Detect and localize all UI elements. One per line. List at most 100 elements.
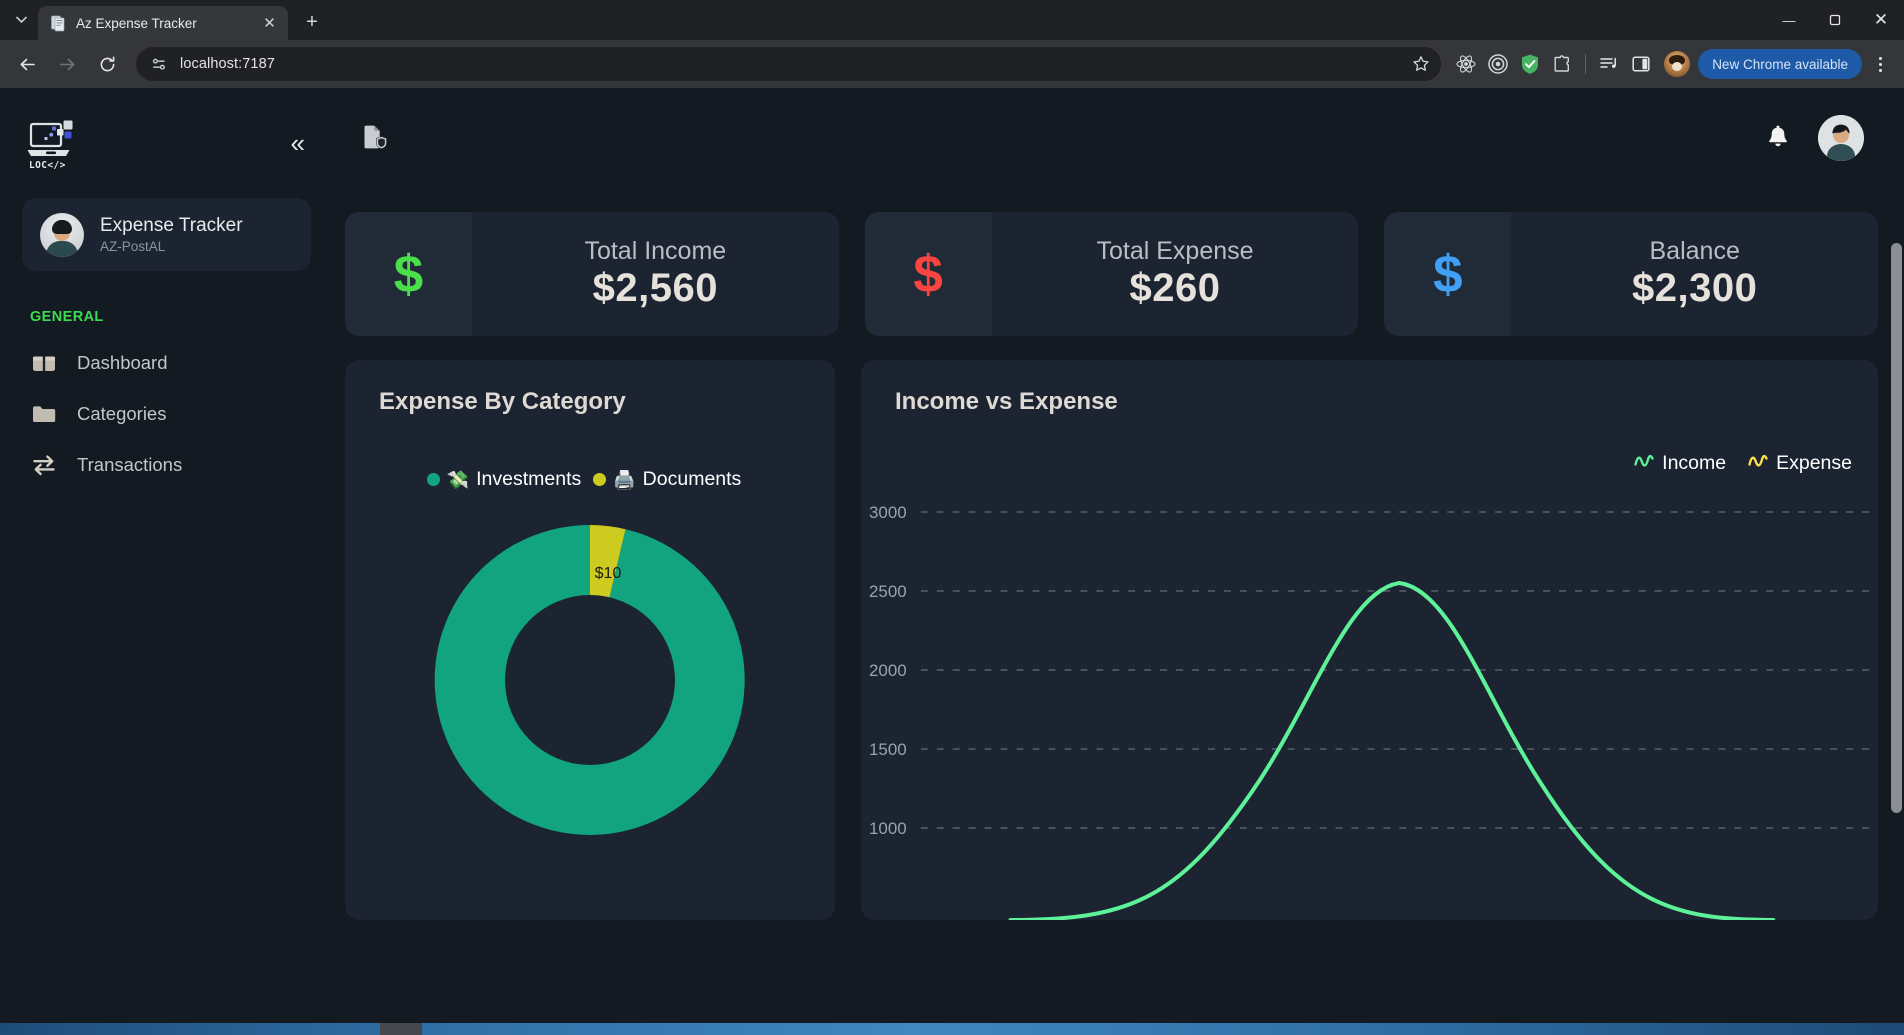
- bookmark-star-icon[interactable]: [1407, 50, 1435, 78]
- horizontal-scrollbar[interactable]: [0, 1023, 1904, 1035]
- money-wings-icon: 💸: [446, 469, 470, 490]
- vertical-scrollbar[interactable]: [1889, 88, 1904, 1035]
- stat-icon-box: $: [864, 212, 992, 336]
- stat-card-balance: $ Balance $2,300: [1384, 212, 1879, 336]
- window-controls: — ✕: [1766, 0, 1904, 40]
- chrome-menu-icon[interactable]: [1866, 49, 1894, 79]
- stat-label: Total Income: [584, 237, 727, 265]
- puzzle-extensions-icon[interactable]: [1547, 49, 1577, 79]
- expense-by-category-card: Expense By Category 💸 Investments 🖨️ Doc…: [345, 360, 835, 920]
- sidebar-item-transactions[interactable]: Transactions: [22, 439, 311, 490]
- site-settings-icon[interactable]: [148, 53, 170, 75]
- line-chart-svg: [920, 511, 1878, 920]
- browser-window: Az Expense Tracker ✕ + — ✕ localhost:718…: [0, 0, 1904, 1035]
- address-bar[interactable]: localhost:7187: [136, 47, 1442, 81]
- sidebar-item-label: Dashboard: [77, 351, 168, 373]
- legend-item-expense[interactable]: Expense: [1748, 452, 1852, 475]
- main-content: $ Total Income $2,560 $ Total Expense $2…: [333, 88, 1904, 1035]
- sidebar-header: LOC</> «: [22, 118, 311, 174]
- back-icon[interactable]: [10, 47, 44, 81]
- dollar-sign-icon: $: [913, 244, 943, 304]
- stat-label: Balance: [1649, 237, 1740, 265]
- app-logo-icon: LOC</>: [26, 118, 86, 174]
- donut-hole: [505, 595, 675, 765]
- toolbar-divider: [1585, 54, 1587, 74]
- document-shield-icon[interactable]: [359, 123, 389, 153]
- url-text: localhost:7187: [180, 56, 275, 72]
- horizontal-scrollbar-thumb[interactable]: [380, 1023, 422, 1035]
- line-legend: Income Expense: [1634, 452, 1852, 475]
- profile-avatar-icon[interactable]: [1664, 51, 1691, 77]
- minimize-button[interactable]: —: [1766, 0, 1812, 40]
- adguard-shield-icon[interactable]: [1515, 49, 1545, 79]
- folder-icon: [30, 400, 57, 427]
- income-vs-expense-card: Income vs Expense Income Expense 3000 25…: [861, 360, 1878, 920]
- stat-label: Total Expense: [1096, 237, 1254, 265]
- close-window-button[interactable]: ✕: [1858, 0, 1904, 40]
- legend-color-dot: [426, 473, 440, 486]
- stat-card-total-expense: $ Total Expense $260: [864, 212, 1359, 336]
- tab-search-icon[interactable]: [4, 0, 38, 40]
- donut-svg: $10: [434, 524, 745, 835]
- charts-row: Expense By Category 💸 Investments 🖨️ Doc…: [345, 336, 1878, 920]
- browser-tab[interactable]: Az Expense Tracker ✕: [38, 6, 288, 40]
- sidebar-item-dashboard[interactable]: Dashboard: [22, 337, 311, 388]
- app-page: LOC</> « Expense Tracker AZ-PostAL GENER…: [0, 88, 1904, 1035]
- wave-icon: [1748, 454, 1768, 473]
- chrome-update-button[interactable]: New Chrome available: [1698, 49, 1862, 79]
- wave-icon: [1634, 454, 1654, 473]
- target-icon[interactable]: [1483, 49, 1513, 79]
- legend-label: Expense: [1776, 452, 1852, 474]
- user-avatar[interactable]: [1818, 115, 1864, 161]
- chart-title: Income vs Expense: [895, 388, 1118, 415]
- sidebar-item-label: Transactions: [77, 453, 183, 475]
- sidebar-nav: Dashboard Categories Transactions: [22, 337, 311, 490]
- content-header: [345, 88, 1878, 188]
- tab-strip: Az Expense Tracker ✕ + — ✕: [0, 0, 1904, 40]
- reload-icon[interactable]: [90, 47, 124, 81]
- sidebar-item-categories[interactable]: Categories: [22, 388, 311, 439]
- profile-subtitle: AZ-PostAL: [100, 239, 166, 254]
- new-tab-button[interactable]: +: [296, 6, 328, 38]
- svg-text:LOC</>: LOC</>: [29, 160, 66, 171]
- sidebar-group-label: GENERAL: [30, 309, 104, 325]
- media-playlist-icon[interactable]: [1594, 49, 1624, 79]
- legend-item-investments[interactable]: 💸 Investments: [426, 468, 594, 491]
- legend-color-dot: [593, 473, 607, 486]
- legend-label: Documents: [642, 468, 742, 490]
- donut-chart: $10: [345, 515, 835, 845]
- stat-value: $260: [1129, 266, 1221, 310]
- stat-card-total-income: $ Total Income $2,560: [345, 212, 839, 336]
- vertical-scrollbar-thumb[interactable]: [1891, 243, 1902, 813]
- profile-name: Expense Tracker: [100, 215, 243, 236]
- tab-title: Az Expense Tracker: [76, 15, 197, 31]
- legend-item-documents[interactable]: 🖨️ Documents: [593, 468, 753, 491]
- income-line: [1008, 580, 1776, 920]
- maximize-button[interactable]: [1812, 0, 1858, 40]
- document-favicon: [50, 15, 67, 32]
- dollar-sign-icon: $: [393, 244, 424, 304]
- side-panel-icon[interactable]: [1626, 49, 1656, 79]
- transfer-icon: [30, 451, 57, 478]
- stat-value: $2,560: [592, 266, 718, 310]
- stat-value: $2,300: [1632, 266, 1758, 310]
- sidebar-item-label: Categories: [77, 402, 167, 424]
- stat-icon-box: $: [1384, 212, 1512, 336]
- legend-item-income[interactable]: Income: [1634, 452, 1726, 475]
- chart-title: Expense By Category: [379, 388, 626, 415]
- bell-icon[interactable]: [1764, 124, 1792, 152]
- react-devtools-icon[interactable]: [1451, 49, 1481, 79]
- avatar: [40, 212, 84, 257]
- sidebar-profile-card[interactable]: Expense Tracker AZ-PostAL: [22, 198, 311, 271]
- legend-label: Income: [1662, 452, 1727, 474]
- tab-close-icon[interactable]: ✕: [260, 14, 279, 33]
- gridlines: [920, 511, 1878, 829]
- sidebar-collapse-button[interactable]: «: [285, 126, 307, 160]
- sidebar: LOC</> « Expense Tracker AZ-PostAL GENER…: [0, 88, 333, 1035]
- browser-toolbar: localhost:7187 New Chrome available: [0, 40, 1904, 88]
- box-icon: [30, 349, 57, 376]
- legend-label: Investments: [476, 468, 582, 490]
- forward-icon: [50, 47, 84, 81]
- dollar-sign-icon: $: [1433, 244, 1463, 304]
- donut-slice-value-label: $10: [595, 565, 622, 582]
